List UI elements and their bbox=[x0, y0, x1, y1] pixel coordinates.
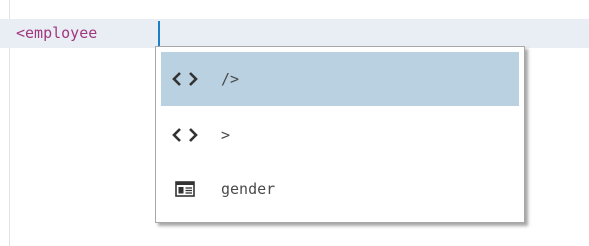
tag-brackets-icon bbox=[161, 71, 209, 87]
text-caret bbox=[158, 21, 160, 46]
autocomplete-item-self-close[interactable]: /> bbox=[161, 52, 519, 106]
autocomplete-item-label: gender bbox=[221, 180, 276, 198]
code-line-text[interactable]: <employee bbox=[16, 19, 106, 48]
autocomplete-item-gender[interactable]: gender bbox=[161, 162, 519, 216]
autocomplete-popup: /> > gender bbox=[155, 46, 525, 223]
autocomplete-item-label: /> bbox=[221, 70, 240, 88]
autocomplete-item-label: > bbox=[221, 126, 231, 144]
autocomplete-item-close[interactable]: > bbox=[161, 108, 519, 162]
attribute-icon bbox=[161, 181, 209, 197]
code-editor[interactable]: <employee /> > gender bbox=[0, 0, 589, 246]
tag-brackets-icon bbox=[161, 127, 209, 143]
